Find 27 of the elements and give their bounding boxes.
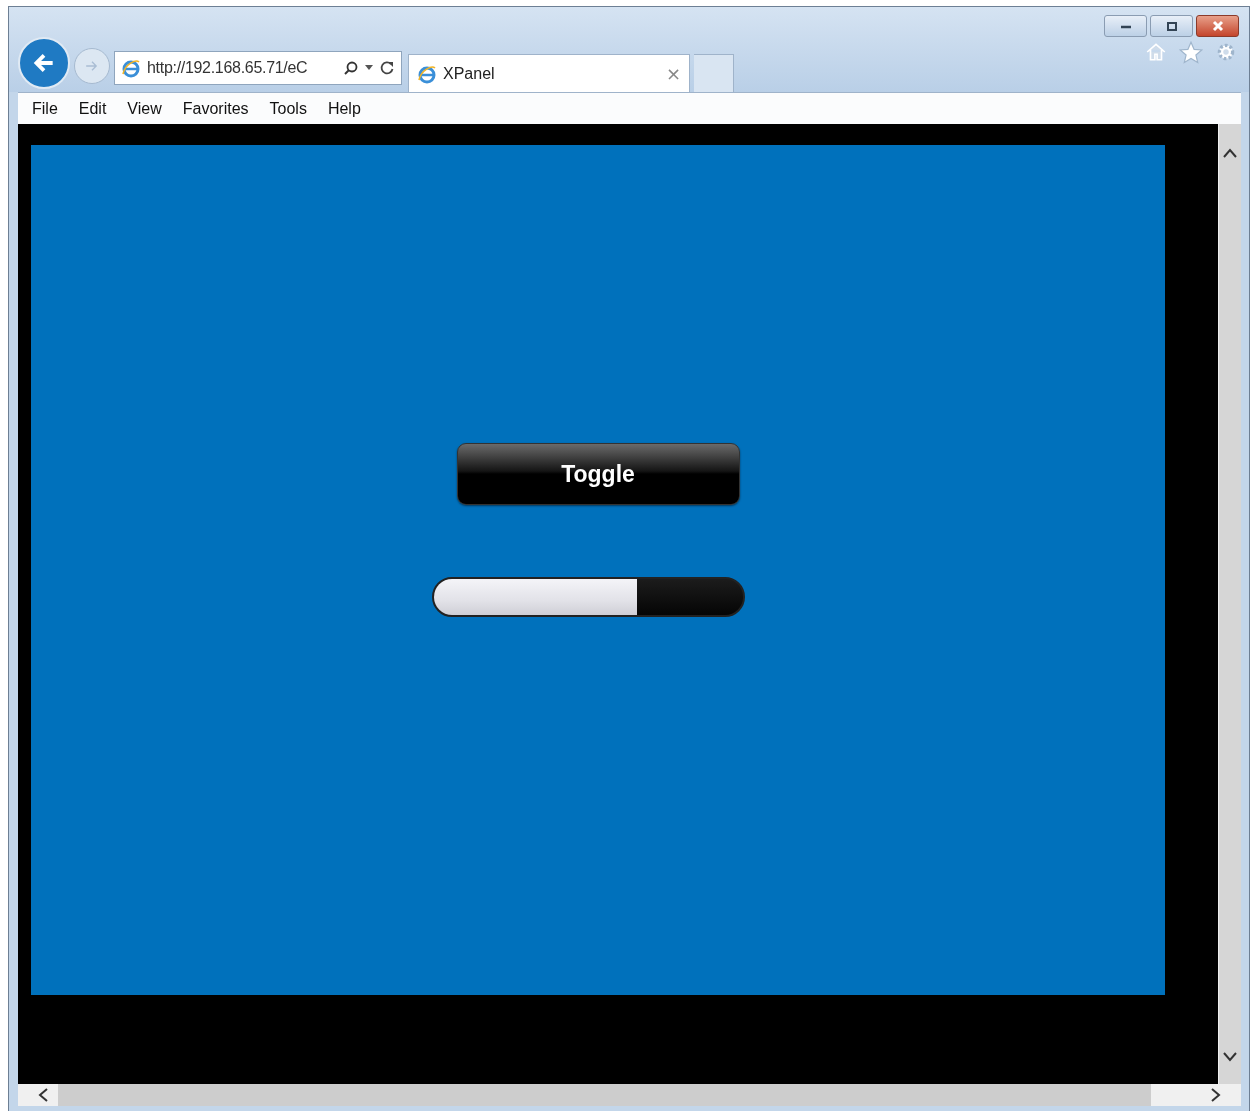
scroll-left-icon[interactable]: [38, 1088, 48, 1102]
menu-item[interactable]: File: [24, 99, 66, 118]
address-bar[interactable]: http://192.168.65.71/eC: [114, 50, 402, 85]
vertical-scrollbar[interactable]: [1218, 124, 1241, 1084]
toggle-button[interactable]: Toggle: [456, 443, 740, 505]
menu-item[interactable]: View: [119, 99, 170, 118]
dropdown-caret-icon[interactable]: [365, 65, 373, 70]
star-icon[interactable]: [1179, 41, 1203, 65]
browser-logo-icon: [121, 57, 141, 78]
scroll-down-icon[interactable]: [1223, 1052, 1237, 1062]
menu-item[interactable]: Help: [319, 99, 369, 118]
tab-close-button[interactable]: ×: [665, 63, 681, 84]
maximize-button[interactable]: [1150, 15, 1193, 37]
tab-title: XPanel: [443, 64, 496, 83]
refresh-icon[interactable]: [379, 59, 395, 76]
close-button[interactable]: [1196, 15, 1239, 37]
browser-logo-icon: [417, 63, 437, 84]
browser-tab[interactable]: XPanel ×: [408, 54, 690, 92]
minimize-button[interactable]: [1104, 15, 1147, 37]
scroll-up-icon[interactable]: [1223, 148, 1237, 158]
back-button[interactable]: [18, 36, 70, 89]
url-text: http://192.168.65.71/eC: [147, 58, 309, 77]
menu-item[interactable]: Favorites: [174, 99, 257, 118]
search-icon[interactable]: [343, 59, 359, 76]
menu-item[interactable]: Edit: [70, 99, 115, 118]
scroll-right-icon[interactable]: [1211, 1088, 1221, 1102]
menu-item[interactable]: Tools: [261, 99, 315, 118]
